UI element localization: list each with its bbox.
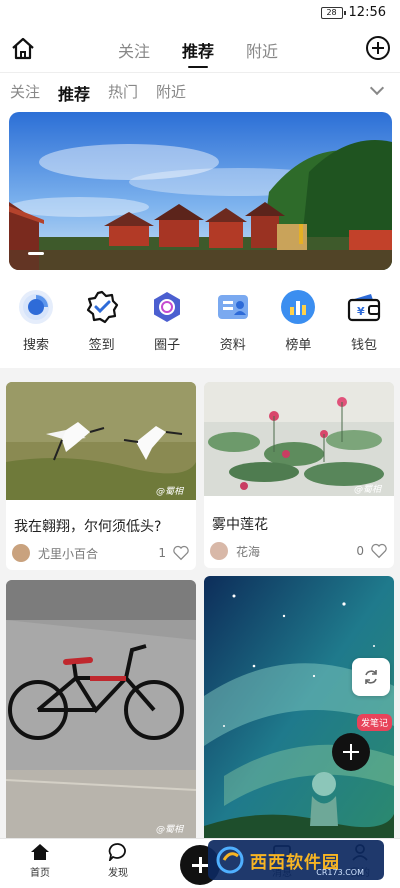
sub-tabs: 关注 推荐 热门 附近 (0, 72, 400, 110)
carousel-indicator (28, 252, 44, 255)
quick-item-ranking[interactable]: 榜单 (274, 290, 322, 368)
watermark-subtext: CR173.COM (316, 868, 364, 877)
like-count: 0 (356, 544, 364, 558)
floating-add-button[interactable] (332, 733, 370, 771)
heart-icon[interactable] (172, 544, 190, 562)
subtab-nearby[interactable]: 附近 (156, 81, 186, 105)
site-watermark: 西西软件园 CR173.COM (208, 840, 384, 880)
quick-label-ranking: 榜单 (285, 338, 312, 353)
like-group[interactable]: 0 (356, 542, 388, 560)
like-group[interactable]: 1 (158, 544, 190, 562)
card-image-cranes[interactable]: @蜀相 (6, 382, 196, 500)
tab-nearby[interactable]: 附近 (246, 38, 278, 62)
sync-button[interactable] (352, 658, 390, 696)
quick-item-search[interactable]: 搜索 (12, 290, 60, 368)
bottom-tab-home[interactable]: 首页 (10, 843, 70, 879)
quick-item-wallet[interactable]: ¥ 钱包 (340, 290, 388, 368)
top-tabs: 关注 推荐 附近 (118, 38, 278, 68)
subtab-hot[interactable]: 热门 (108, 81, 138, 105)
profile-card-icon (216, 290, 250, 324)
feed-card[interactable] (204, 576, 394, 838)
chevron-down-icon[interactable] (369, 80, 385, 96)
image-watermark: @蜀相 (156, 824, 185, 835)
bottom-tab-label: 发现 (108, 868, 128, 879)
card-meta: 花海 0 (210, 542, 388, 560)
home-icon[interactable] (10, 36, 36, 62)
status-bar: 28 12:56 (0, 0, 400, 28)
sign-in-badge-icon (85, 290, 119, 324)
quick-item-circle[interactable]: 圈子 (143, 290, 191, 368)
card-image-lotus[interactable]: @蜀相 (204, 382, 394, 496)
card-image-starry-sky[interactable] (204, 576, 394, 838)
card-author[interactable]: 尤里小百合 (38, 545, 98, 562)
feed-card[interactable]: @蜀相 雾中莲花 花海 0 (204, 382, 394, 568)
avatar[interactable] (210, 542, 228, 560)
card-title: 雾中莲花 (212, 517, 268, 533)
tab-recommend[interactable]: 推荐 (182, 38, 214, 68)
circle-group-icon (150, 290, 184, 324)
quick-item-signin[interactable]: 签到 (78, 290, 126, 368)
avatar[interactable] (12, 544, 30, 562)
quick-label-signin: 签到 (88, 338, 115, 353)
battery-indicator: 28 (320, 6, 346, 19)
banner-section (0, 110, 400, 280)
status-time: 12:56 (348, 5, 386, 20)
top-nav: 关注 推荐 附近 (0, 28, 400, 72)
wallet-icon: ¥ (347, 290, 381, 324)
like-count: 1 (158, 546, 166, 560)
svg-text:¥: ¥ (357, 305, 365, 318)
card-image-bicycle[interactable]: @蜀相 (6, 580, 196, 838)
refresh-icon (365, 670, 377, 684)
subtab-recommend[interactable]: 推荐 (58, 81, 90, 105)
watermark-logo-icon (216, 846, 244, 874)
search-icon (19, 290, 53, 324)
image-watermark: @蜀相 (156, 486, 185, 497)
tab-follow[interactable]: 关注 (118, 38, 150, 62)
quick-label-profile: 资料 (219, 338, 246, 353)
post-note-tag[interactable]: 发笔记 (356, 714, 392, 731)
image-watermark: @蜀相 (354, 484, 383, 495)
ranking-icon (281, 290, 316, 324)
bottom-tab-discover[interactable]: 发现 (88, 843, 148, 879)
feed-card[interactable]: @蜀相 (6, 580, 196, 838)
quick-label-wallet: 钱包 (350, 338, 377, 353)
chat-bubble-icon (108, 843, 126, 861)
card-title: 我在翱翔，尔何须低头? (14, 519, 162, 535)
card-meta: 尤里小百合 1 (12, 544, 190, 562)
quick-item-profile[interactable]: 资料 (209, 290, 257, 368)
add-icon[interactable] (366, 36, 390, 60)
feed-card[interactable]: @蜀相 我在翱翔，尔何须低头? 尤里小百合 1 (6, 382, 196, 570)
heart-icon[interactable] (370, 542, 388, 560)
subtab-follow[interactable]: 关注 (10, 81, 40, 105)
card-author[interactable]: 花海 (236, 543, 260, 560)
quick-label-search: 搜索 (22, 338, 49, 353)
banner-image[interactable] (9, 112, 392, 270)
bottom-tab-label: 首页 (30, 868, 50, 879)
quick-label-circle: 圈子 (154, 338, 181, 353)
home-filled-icon (31, 844, 49, 860)
quick-access-row: 搜索 签到 圈子 资料 榜单 ¥ 钱包 (0, 280, 400, 368)
